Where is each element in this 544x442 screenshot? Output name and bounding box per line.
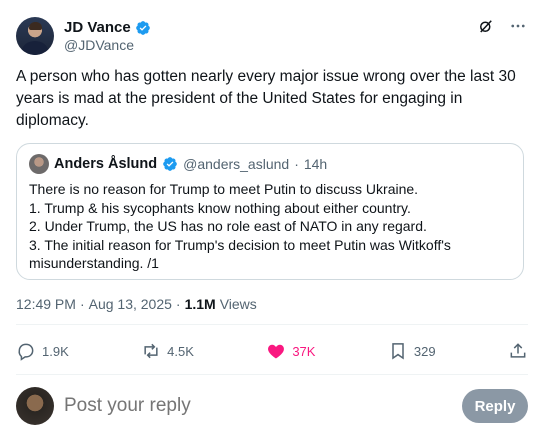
quoted-author-avatar[interactable] (29, 154, 49, 174)
views-label: Views (219, 296, 257, 312)
like-button[interactable]: 37K (266, 341, 315, 361)
share-button[interactable] (508, 341, 528, 361)
quoted-author-name[interactable]: Anders Åslund (54, 156, 157, 172)
quoted-line: There is no reason for Trump to meet Put… (29, 181, 419, 197)
meta-separator: · (294, 156, 299, 172)
post-meta: 12:49 PM · Aug 13, 2025 · 1.1M Views (16, 296, 257, 312)
quoted-line: 1. Trump & his sycophants know nothing a… (29, 199, 411, 216)
heart-icon (268, 344, 285, 359)
post-time[interactable]: 12:49 PM (16, 296, 76, 312)
bookmark-icon (392, 343, 404, 360)
post-text: A person who has gotten nearly every maj… (16, 68, 516, 129)
reply-composer: Reply (16, 386, 528, 426)
quoted-line: 3. The initial reason for Trump's decisi… (29, 236, 451, 253)
author-name-row: JD Vance (64, 19, 151, 36)
reply-input[interactable] (64, 395, 462, 417)
repost-button[interactable]: 4.5K (141, 341, 194, 361)
action-bar: 1.9K 4.5K 37K 329 (16, 338, 528, 364)
header-actions (476, 16, 528, 36)
repost-icon (144, 343, 158, 359)
quoted-post-text: There is no reason for Trump to meet Put… (29, 180, 511, 273)
current-user-avatar[interactable] (16, 387, 54, 425)
verified-badge-icon (135, 20, 150, 35)
author-avatar[interactable] (16, 17, 54, 55)
repost-count: 4.5K (167, 343, 194, 359)
share-icon (510, 343, 526, 358)
verified-badge-icon (163, 157, 177, 171)
quoted-author-handle[interactable]: @anders_aslund (183, 156, 289, 172)
reply-submit-button[interactable]: Reply (462, 389, 528, 423)
quoted-line: misunderstanding. /1 (29, 255, 159, 271)
post-header: JD Vance @JDVance (16, 14, 528, 58)
like-count: 37K (292, 343, 316, 359)
bookmark-count: 329 (413, 343, 436, 359)
meta-separator: · (79, 296, 85, 312)
more-icon[interactable] (508, 16, 528, 36)
quoted-post[interactable]: Anders Åslund @anders_aslund · 14h There… (16, 143, 524, 280)
post-date[interactable]: Aug 13, 2025 (89, 296, 172, 312)
views-count[interactable]: 1.1M (185, 296, 216, 312)
bookmark-button[interactable]: 329 (388, 341, 436, 361)
reply-count: 1.9K (42, 343, 69, 359)
quoted-post-time[interactable]: 14h (304, 156, 327, 172)
author-handle[interactable]: @JDVance (64, 37, 151, 53)
divider (16, 374, 528, 375)
quoted-post-header: Anders Åslund @anders_aslund · 14h (29, 154, 511, 174)
quoted-line: 2. Under Trump, the US has no role east … (29, 218, 427, 234)
divider (16, 324, 528, 325)
author-info: JD Vance @JDVance (64, 19, 151, 53)
grok-icon[interactable] (476, 16, 496, 36)
author-display-name[interactable]: JD Vance (64, 19, 131, 36)
reply-button[interactable]: 1.9K (16, 341, 69, 361)
reply-icon (18, 343, 34, 361)
meta-separator: · (175, 296, 181, 312)
